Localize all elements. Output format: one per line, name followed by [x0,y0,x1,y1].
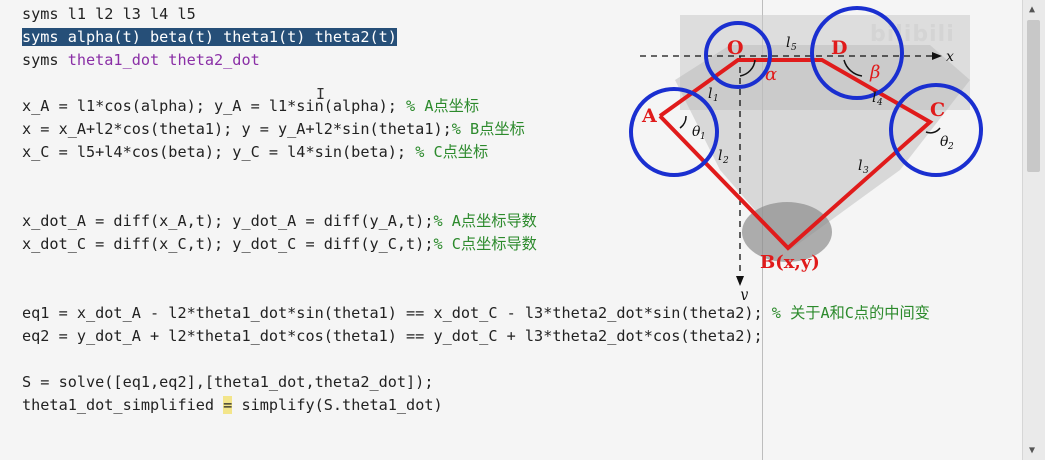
code-token: syms l1 l2 l3 l4 l5 [22,5,196,23]
code-token: % 关于A和C点的中间变 [771,304,930,322]
scroll-thumb[interactable] [1027,20,1040,172]
text-cursor-icon: I [316,85,326,103]
code-token: syms [22,51,68,69]
code-line[interactable]: syms alpha(t) beta(t) theta1(t) theta2(t… [22,26,397,49]
code-line[interactable]: x_A = l1*cos(alpha); y_A = l1*sin(alpha)… [22,95,479,118]
l2-letter: l [718,148,722,164]
label-a: A [641,105,657,127]
label-c: C [930,99,945,121]
code-token: % C点坐标导数 [433,235,537,253]
y-axis-arrow-icon [736,276,744,286]
code-token: x_dot_C = diff(x_C,t); y_dot_C = diff(y_… [22,235,434,253]
code-line[interactable]: eq2 = y_dot_A + l2*theta1_dot*cos(theta1… [22,325,763,348]
label-b: B(x,y) [760,252,820,273]
code-token: x = x_A+l2*cos(theta1); y = y_A+l2*sin(t… [22,120,452,138]
code-token: eq2 = y_dot_A + l2*theta1_dot*cos(theta1… [22,327,763,345]
linkage-diagram: O D A C B(x,y) x y l 1 l 2 l 3 l 4 l 5 α… [629,6,983,300]
code-line[interactable]: x = x_A+l2*cos(theta1); y = y_A+l2*sin(t… [22,118,525,141]
label-o: O [727,37,744,59]
l3-sub: 3 [863,166,869,176]
l5-sub: 5 [791,43,797,53]
code-token: simplify(S.theta1_dot) [232,396,443,414]
x-axis-label: x [946,49,954,65]
scroll-up-icon[interactable]: ▲ [1029,4,1035,15]
l3-letter: l [858,158,862,174]
code-token: x_dot_A = diff(x_A,t); y_dot_A = diff(y_… [22,212,434,230]
l1-sub: 1 [713,94,719,104]
theta1-sub: 1 [700,132,706,142]
code-line[interactable]: S = solve([eq1,eq2],[theta1_dot,theta2_d… [22,371,433,394]
code-token: syms alpha(t) beta(t) theta1(t) theta2(t… [22,28,397,46]
alpha-label: α [765,64,777,85]
code-token: x_A = l1*cos(alpha); y_A = l1*sin(alpha)… [22,97,407,115]
code-line[interactable]: x_dot_C = diff(x_C,t); y_dot_C = diff(y_… [22,233,537,256]
code-token: % B点坐标 [451,120,525,138]
code-token: x_C = l5+l4*cos(beta); y_C = l4*sin(beta… [22,143,416,161]
l1-letter: l [708,86,712,102]
vertical-scrollbar[interactable]: ▲ ▼ [1022,0,1045,460]
code-token: S = solve([eq1,eq2],[theta1_dot,theta2_d… [22,373,434,391]
l5-letter: l [786,35,790,51]
code-line[interactable]: x_dot_A = diff(x_A,t); y_dot_A = diff(y_… [22,210,537,233]
beta-label: β [869,62,880,83]
theta2-label: θ 2 [940,134,954,152]
y-axis-label: y [739,287,749,300]
code-line[interactable]: syms l1 l2 l3 l4 l5 [22,3,196,26]
l2-sub: 2 [722,156,729,166]
code-line[interactable]: x_C = l5+l4*cos(beta); y_C = l4*sin(beta… [22,141,488,164]
theta1-arc [679,115,687,129]
theta2-sub: 2 [947,142,954,152]
l4-sub: 4 [876,98,883,108]
scroll-down-icon[interactable]: ▼ [1029,445,1035,456]
code-line[interactable]: eq1 = x_dot_A - l2*theta1_dot*sin(theta1… [22,302,930,325]
code-token: theta1_dot_simplified [22,396,224,414]
code-token: % C点坐标 [415,143,489,161]
label-d: D [831,37,847,59]
l4-letter: l [872,90,876,106]
code-token: % A点坐标导数 [433,212,537,230]
code-line[interactable]: syms theta1_dot theta2_dot [22,49,260,72]
code-token: eq1 = x_dot_A - l2*theta1_dot*sin(theta1… [22,304,772,322]
code-token: % A点坐标 [406,97,480,115]
code-token: theta1_dot theta2_dot [67,51,260,69]
code-token: = [223,396,233,414]
code-line[interactable]: theta1_dot_simplified = simplify(S.theta… [22,394,443,417]
